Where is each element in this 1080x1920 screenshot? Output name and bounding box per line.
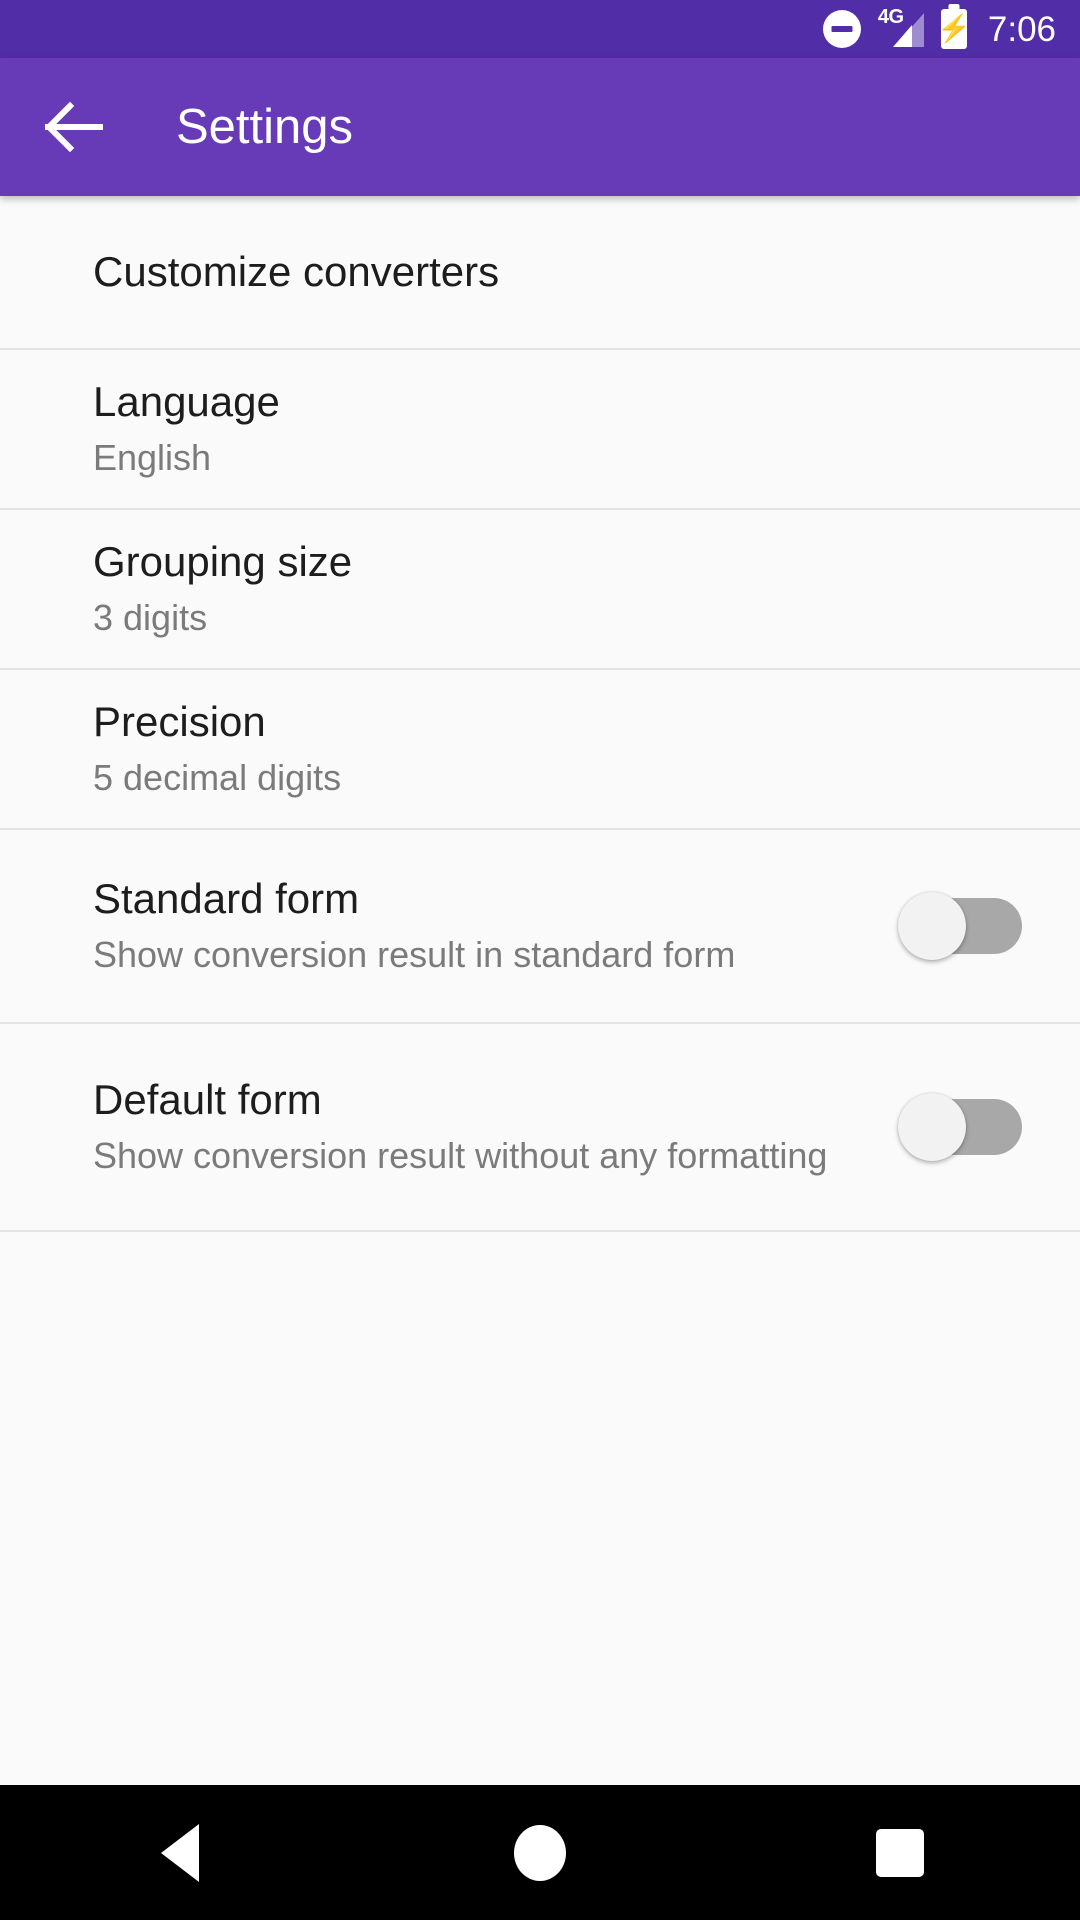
- battery-charging-icon: ⚡: [937, 9, 971, 49]
- setting-title: Precision: [93, 697, 266, 745]
- item-text-block: Standard form Show conversion result in …: [93, 875, 898, 978]
- charging-bolt-icon: ⚡: [937, 13, 971, 44]
- back-arrow-icon: [44, 101, 103, 153]
- nav-recents-square-icon: [876, 1828, 924, 1877]
- item-text-block: Customize converters: [93, 248, 1050, 296]
- setting-summary: Show conversion result without any forma…: [93, 1135, 828, 1177]
- nav-back-button[interactable]: [80, 1785, 280, 1920]
- setting-summary: 5 decimal digits: [93, 757, 342, 799]
- item-text-block: Language English: [93, 378, 1050, 481]
- setting-summary: Show conversion result in standard form: [93, 934, 736, 976]
- setting-item-customize-converters[interactable]: Customize converters: [0, 196, 1080, 350]
- setting-summary: 3 digits: [93, 597, 208, 639]
- page-title: Settings: [176, 99, 354, 154]
- nav-recents-button[interactable]: [800, 1785, 1000, 1920]
- nav-home-button[interactable]: [440, 1785, 640, 1920]
- setting-title: Standard form: [93, 874, 360, 922]
- default-form-toggle[interactable]: [898, 1093, 1022, 1161]
- setting-item-language[interactable]: Language English: [0, 350, 1080, 510]
- setting-title: Grouping size: [93, 537, 353, 585]
- system-navigation-bar: [0, 1785, 1080, 1920]
- signal-cellular-icon: 4G: [878, 7, 924, 49]
- setting-item-default-form[interactable]: Default form Show conversion result with…: [0, 1024, 1080, 1232]
- back-button[interactable]: [22, 58, 126, 196]
- setting-item-standard-form[interactable]: Standard form Show conversion result in …: [0, 830, 1080, 1024]
- standard-form-toggle[interactable]: [898, 892, 1022, 960]
- do-not-disturb-icon: [822, 10, 861, 48]
- nav-back-triangle-icon: [161, 1823, 199, 1882]
- status-bar: 4G ⚡ 7:06: [0, 0, 1080, 58]
- settings-list: Customize converters Language English Gr…: [0, 196, 1080, 1232]
- setting-summary: English: [93, 437, 212, 479]
- setting-item-precision[interactable]: Precision 5 decimal digits: [0, 670, 1080, 830]
- setting-title: Customize converters: [93, 248, 500, 296]
- phone-screen: 4G ⚡ 7:06 Settings Customize converters: [0, 0, 1080, 1920]
- nav-home-circle-icon: [514, 1824, 566, 1881]
- item-text-block: Grouping size 3 digits: [93, 538, 1050, 641]
- item-text-block: Precision 5 decimal digits: [93, 698, 1050, 801]
- toggle-thumb: [898, 1093, 966, 1161]
- item-text-block: Default form Show conversion result with…: [93, 1076, 898, 1179]
- app-bar: Settings: [0, 58, 1080, 196]
- status-bar-clock: 7:06: [987, 9, 1056, 49]
- toggle-thumb: [898, 892, 966, 960]
- setting-title: Language: [93, 377, 280, 425]
- status-icon-group: 4G ⚡ 7:06: [822, 7, 1056, 49]
- setting-item-grouping-size[interactable]: Grouping size 3 digits: [0, 510, 1080, 670]
- setting-title: Default form: [93, 1075, 322, 1123]
- signal-triangle-filled: [892, 25, 912, 47]
